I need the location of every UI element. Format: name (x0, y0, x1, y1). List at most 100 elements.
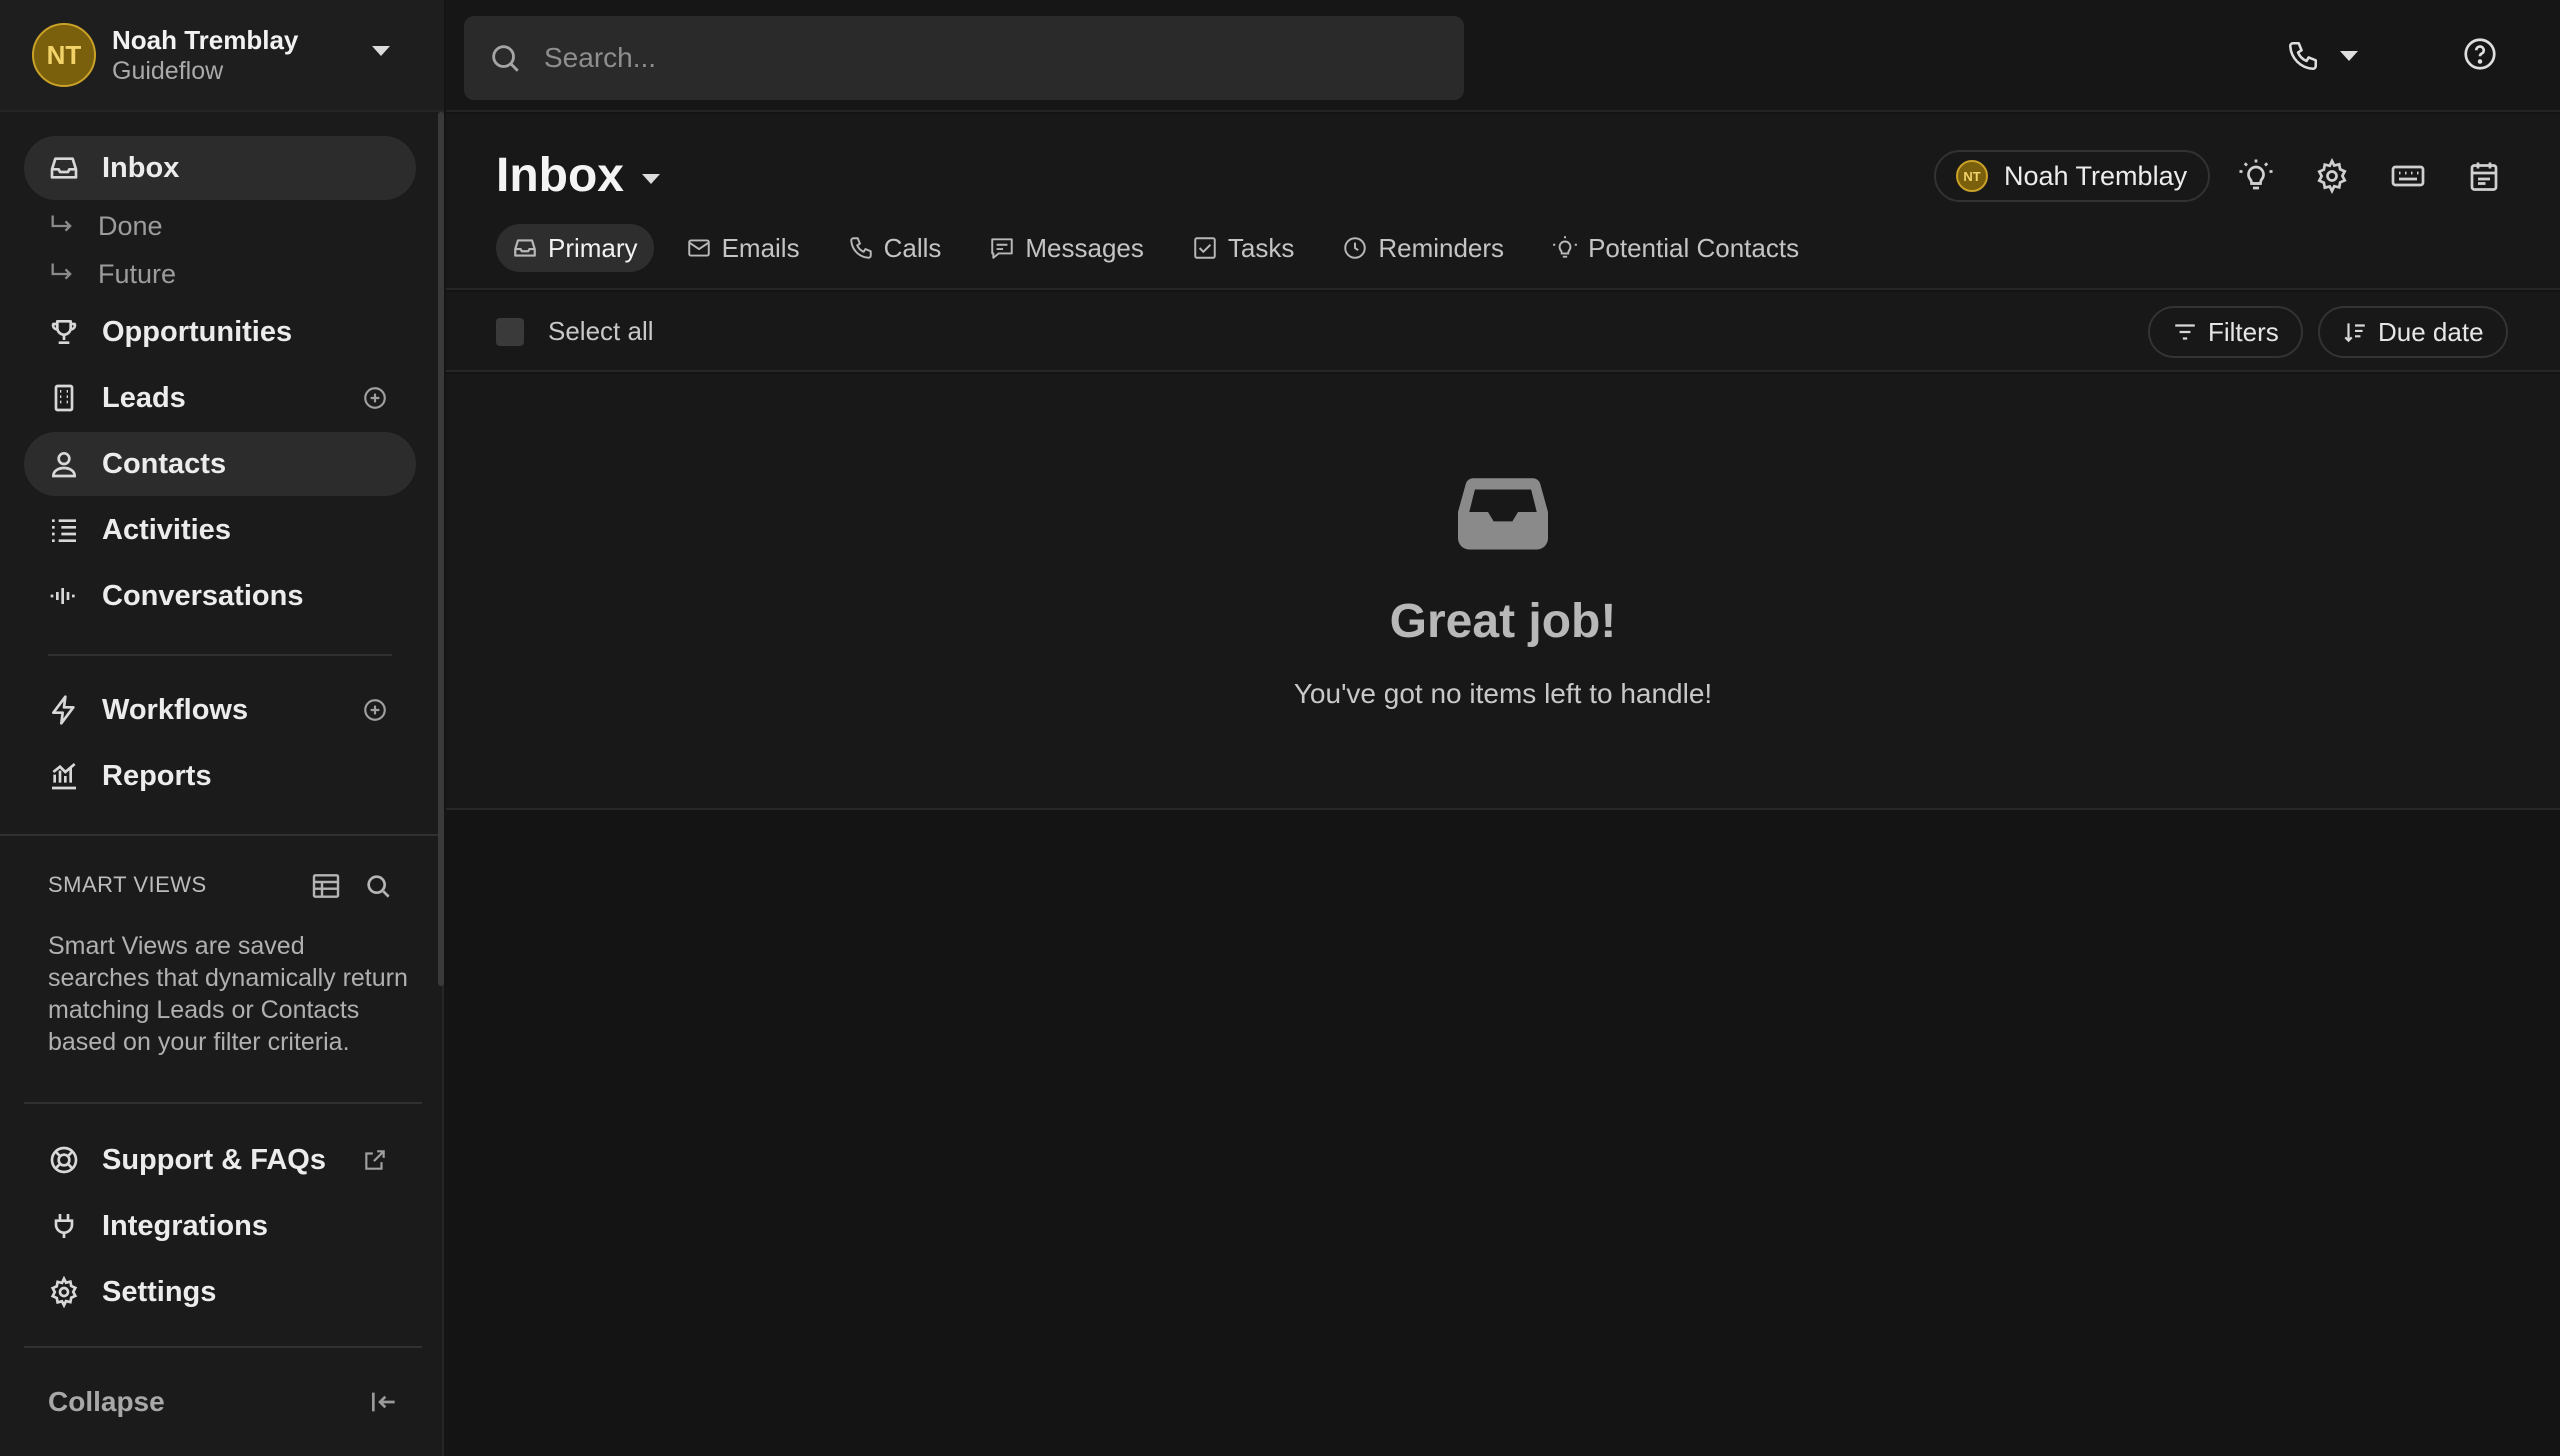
trophy-icon (48, 316, 80, 348)
collapse-icon[interactable] (368, 1386, 400, 1418)
chevron-down-icon[interactable] (372, 46, 390, 56)
lifebuoy-icon (48, 1144, 80, 1176)
tab-calls[interactable]: Calls (832, 224, 958, 272)
search-input[interactable] (544, 42, 1444, 74)
account-name: Noah Tremblay (112, 25, 299, 55)
filters-button[interactable]: Filters (2148, 306, 2303, 358)
waveform-icon (48, 580, 80, 612)
tab-label: Reminders (1378, 232, 1505, 263)
tab-messages[interactable]: Messages (973, 224, 1160, 272)
sidebar-item-label: Leads (102, 381, 186, 414)
sidebar-item-label: Workflows (102, 693, 249, 726)
avatar: NT (32, 23, 96, 87)
chevron-down-icon[interactable] (642, 174, 660, 184)
plug-icon (48, 1210, 80, 1242)
building-icon (48, 382, 80, 414)
sidebar-item-leads[interactable]: Leads (24, 366, 416, 430)
add-workflow-icon[interactable] (362, 697, 388, 723)
account-switcher[interactable]: NT Noah Tremblay Guideflow (0, 0, 444, 112)
tab-primary[interactable]: Primary (496, 224, 654, 272)
add-lead-icon[interactable] (362, 385, 388, 411)
tab-emails[interactable]: Emails (670, 224, 816, 272)
mail-icon (686, 235, 712, 261)
help-icon[interactable] (2462, 36, 2498, 72)
checkbox-icon (1192, 235, 1218, 261)
sidebar-item-conversations[interactable]: Conversations (24, 564, 416, 628)
tab-label: Messages (1025, 232, 1144, 263)
sort-button[interactable]: Due date (2318, 306, 2508, 358)
phone-dialer-button[interactable] (2286, 34, 2386, 78)
tab-label: Emails (721, 232, 800, 263)
message-icon (989, 235, 1015, 261)
tab-reminders[interactable]: Reminders (1326, 224, 1520, 272)
person-icon (48, 448, 80, 480)
user-filter-name: Noah Tremblay (2004, 160, 2188, 191)
search-icon (488, 41, 522, 75)
sidebar-item-label: Contacts (102, 447, 227, 480)
avatar: NT (1956, 160, 1988, 192)
sidebar-item-done[interactable]: Done (48, 206, 163, 246)
sidebar-item-label: Future (98, 258, 177, 289)
calendar-icon[interactable] (2466, 158, 2502, 194)
sidebar: NT Noah Tremblay Guideflow Inbox Done Fu… (0, 0, 444, 1456)
chevron-down-icon (2340, 51, 2358, 61)
smart-views-heading: SMART VIEWS (48, 872, 207, 897)
user-filter-button[interactable]: NT Noah Tremblay (1934, 150, 2210, 202)
collapse-button[interactable]: Collapse (48, 1386, 165, 1418)
sidebar-item-opportunities[interactable]: Opportunities (24, 300, 416, 364)
sort-label: Due date (2378, 316, 2484, 347)
sidebar-item-future[interactable]: Future (48, 254, 176, 294)
sidebar-item-reports[interactable]: Reports (24, 744, 416, 808)
gear-icon[interactable] (2314, 158, 2350, 194)
list-toolbar: Select all Filters Due date (446, 292, 2560, 372)
tab-label: Tasks (1227, 232, 1295, 263)
sidebar-item-integrations[interactable]: Integrations (24, 1194, 416, 1258)
main-content: Inbox NT Noah Tremblay Primary Emails Ca… (446, 114, 2560, 1456)
keyboard-icon[interactable] (2390, 158, 2426, 194)
divider (48, 654, 392, 656)
sidebar-item-settings[interactable]: Settings (24, 1260, 416, 1324)
select-all-checkbox[interactable] (496, 318, 524, 346)
inbox-tray-icon (1458, 474, 1548, 550)
tab-potential-contacts[interactable]: Potential Contacts (1536, 224, 1815, 272)
sidebar-item-support[interactable]: Support & FAQs (24, 1128, 416, 1192)
sidebar-item-label: Reports (102, 759, 212, 792)
inbox-icon (48, 152, 80, 184)
phone-icon (2286, 39, 2320, 73)
chart-icon (48, 760, 80, 792)
sidebar-item-contacts[interactable]: Contacts (24, 432, 416, 496)
empty-state-title: Great job! (1389, 595, 1617, 648)
sidebar-item-workflows[interactable]: Workflows (24, 678, 416, 742)
sidebar-item-label: Inbox (102, 151, 180, 184)
external-link-icon[interactable] (362, 1147, 388, 1173)
select-all-label[interactable]: Select all (548, 316, 654, 347)
page-title[interactable]: Inbox (496, 148, 624, 203)
search-icon[interactable] (362, 870, 394, 902)
gear-icon (48, 1276, 80, 1308)
tab-tasks[interactable]: Tasks (1176, 224, 1310, 272)
sidebar-item-activities[interactable]: Activities (24, 498, 416, 562)
phone-icon (848, 235, 874, 261)
sidebar-item-label: Done (98, 210, 163, 241)
lightbulb-icon[interactable] (2238, 158, 2274, 194)
inbox-tabs: Primary Emails Calls Messages Tasks Remi… (496, 224, 1831, 272)
sidebar-item-label: Integrations (102, 1209, 268, 1242)
sidebar-item-inbox[interactable]: Inbox (24, 136, 416, 200)
tab-label: Potential Contacts (1588, 232, 1800, 263)
lightbulb-icon (1552, 235, 1578, 261)
sort-icon (2342, 319, 2368, 345)
table-icon[interactable] (310, 870, 342, 902)
search-bar[interactable] (464, 16, 1464, 100)
subitem-arrow-icon (48, 260, 76, 288)
sidebar-scrollbar[interactable] (438, 112, 444, 986)
top-bar (446, 0, 2560, 112)
empty-state-subtitle: You've got no items left to handle! (1293, 678, 1713, 709)
smart-views-description: Smart Views are saved searches that dyna… (48, 932, 408, 1056)
filters-label: Filters (2208, 316, 2279, 347)
sidebar-item-label: Settings (102, 1275, 217, 1308)
empty-state: Great job! You've got no items left to h… (446, 374, 2560, 810)
divider (0, 834, 438, 836)
list-icon (48, 514, 80, 546)
filter-icon (2172, 319, 2198, 345)
sidebar-item-label: Support & FAQs (102, 1143, 326, 1176)
